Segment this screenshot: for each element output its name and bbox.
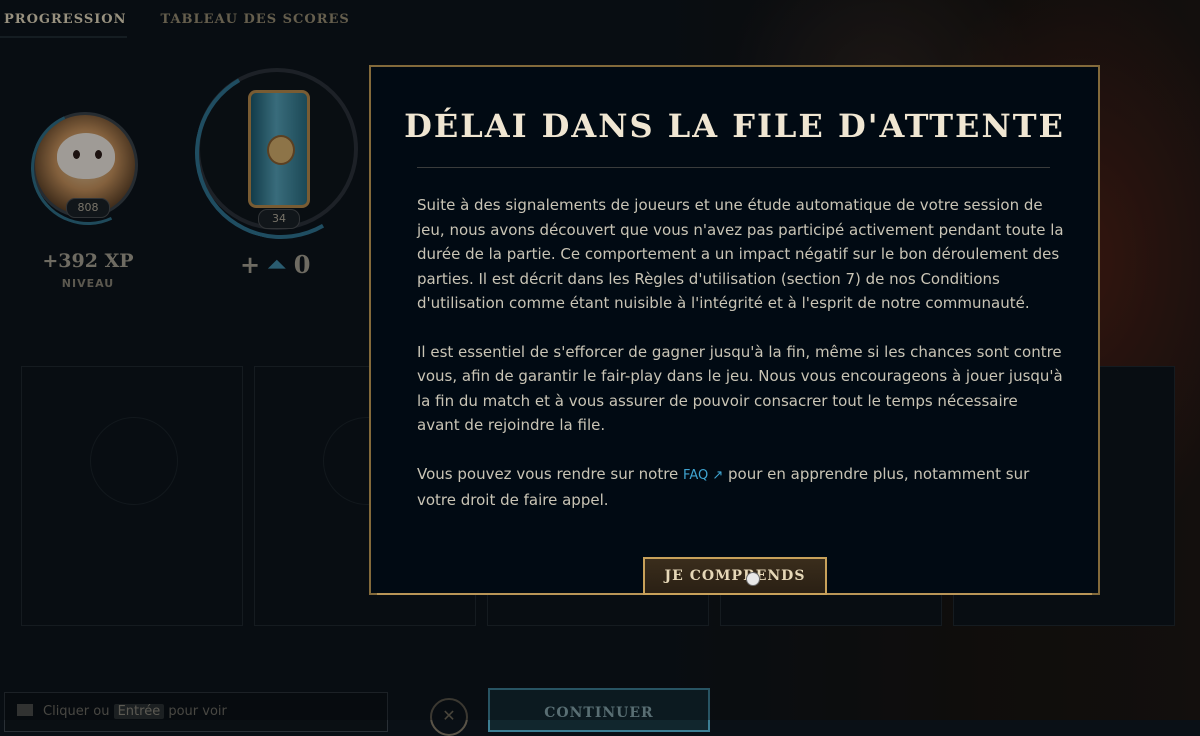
faq-intro: Vous pouvez vous rendre sur notre: [417, 464, 684, 483]
dialog-paragraph: Suite à des signalements de joueurs et u…: [417, 196, 1064, 312]
dialog-divider: [417, 167, 1050, 168]
faq-link[interactable]: FAQ ↗: [683, 468, 723, 483]
understand-button[interactable]: JE COMPRENDS: [643, 557, 827, 595]
dialog-body: Suite à des signalements de joueurs et u…: [417, 193, 1065, 537]
dialog-paragraph: Il est essentiel de s'efforcer de gagner…: [417, 342, 1063, 435]
dialog-paragraph: Vous pouvez vous rendre sur notre FAQ ↗ …: [417, 462, 1065, 513]
queue-delay-dialog: DÉLAI DANS LA FILE D'ATTENTE Suite à des…: [369, 65, 1100, 595]
dialog-title: DÉLAI DANS LA FILE D'ATTENTE: [404, 107, 1065, 145]
mouse-cursor: [746, 572, 760, 586]
